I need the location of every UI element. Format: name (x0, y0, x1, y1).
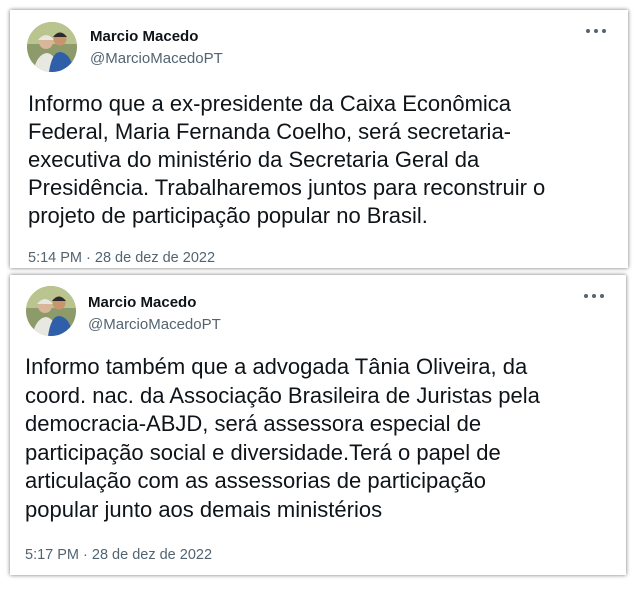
more-horizontal-icon[interactable] (584, 289, 604, 303)
avatar[interactable] (26, 286, 76, 336)
tweet-date[interactable]: 28 de dez de 2022 (95, 250, 215, 266)
avatar[interactable] (27, 22, 77, 72)
timestamp-separator: · (82, 250, 95, 266)
author-name[interactable]: Marcio Macedo (88, 294, 196, 311)
timestamp-separator: · (79, 547, 92, 563)
profile-photo (27, 22, 77, 72)
tweet-time[interactable]: 5:14 PM (28, 250, 82, 266)
author-handle[interactable]: @MarcioMacedoPT (88, 316, 221, 333)
tweet-card[interactable]: Marcio Macedo @MarcioMacedoPT Informo qu… (10, 10, 628, 268)
tweet-text: Informo também que a advogada Tânia Oliv… (25, 354, 540, 522)
tweet-date[interactable]: 28 de dez de 2022 (92, 547, 212, 563)
author-name[interactable]: Marcio Macedo (90, 28, 198, 45)
profile-photo (26, 286, 76, 336)
more-horizontal-icon[interactable] (586, 24, 606, 38)
tweet-timestamp[interactable]: 5:17 PM · 28 de dez de 2022 (25, 547, 212, 563)
tweet-timestamp[interactable]: 5:14 PM · 28 de dez de 2022 (28, 250, 215, 266)
author-handle[interactable]: @MarcioMacedoPT (90, 50, 223, 67)
tweet-time[interactable]: 5:17 PM (25, 547, 79, 563)
tweet-text: Informo que a ex-presidente da Caixa Eco… (28, 91, 546, 228)
tweet-card[interactable]: Marcio Macedo @MarcioMacedoPT Informo ta… (10, 275, 626, 575)
